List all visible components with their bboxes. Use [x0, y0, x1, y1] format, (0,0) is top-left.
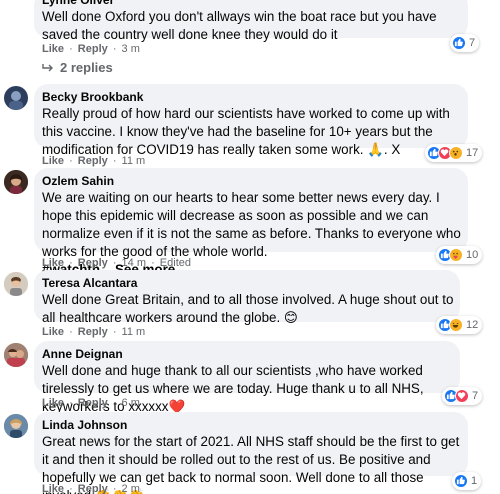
comment-bubble: Linda Johnson Great news for the start o… — [34, 412, 468, 494]
wow-reaction-icon — [449, 146, 463, 160]
like-action[interactable]: Like — [42, 257, 64, 269]
like-action[interactable]: Like — [42, 397, 64, 409]
like-action[interactable]: Like — [42, 43, 64, 55]
comment-author[interactable]: Linda Johnson — [42, 418, 458, 433]
comment-author[interactable]: Ozlem Sahin — [42, 174, 458, 189]
reply-action[interactable]: Reply — [78, 155, 108, 167]
reaction-summary[interactable]: 17 — [425, 144, 483, 162]
comment-time[interactable]: 3 m — [122, 43, 140, 55]
comment-actions: Like · Reply · 2 m — [42, 483, 140, 494]
avatar[interactable] — [4, 343, 28, 367]
view-replies-link[interactable]: 2 replies — [42, 60, 113, 75]
comment-bubble: Lynne Oliver Well done Oxford you don't … — [34, 0, 468, 42]
comment-author[interactable]: Becky Brookbank — [42, 90, 458, 105]
comment-time[interactable]: 2 m — [122, 483, 140, 494]
comment-actions: Like · Reply · 11 m — [42, 326, 146, 338]
reaction-count: 12 — [466, 319, 479, 331]
reply-action[interactable]: Reply — [78, 43, 108, 55]
comment-actions: Like · Reply · 14 m · Edited — [42, 257, 191, 269]
comment-body: We are waiting on our hearts to hear som… — [42, 190, 461, 259]
like-reaction-icon — [454, 474, 468, 488]
comment-actions: Like · Reply · 6 m — [42, 397, 140, 409]
love-reaction-icon — [455, 389, 469, 403]
comment-actions: Like · Reply · 3 m — [42, 43, 140, 55]
reaction-summary[interactable]: 7 — [450, 34, 480, 52]
comment-actions: Like · Reply · 11 m — [42, 155, 146, 167]
haha-reaction-icon — [449, 318, 463, 332]
reaction-summary[interactable]: 10 — [436, 246, 483, 264]
care-reaction-icon — [449, 248, 463, 262]
reaction-count: 10 — [466, 249, 479, 261]
like-action[interactable]: Like — [42, 326, 64, 338]
comment-bubble: Becky Brookbank Really proud of how hard… — [34, 84, 468, 157]
comment-time[interactable]: 11 m — [122, 326, 146, 338]
comment-author[interactable]: Lynne Oliver — [42, 0, 458, 8]
comment-bubble: Ozlem Sahin We are waiting on our hearts… — [34, 168, 468, 277]
avatar[interactable] — [4, 170, 28, 194]
edited-label: Edited — [159, 257, 191, 269]
comment-author[interactable]: Anne Deignan — [42, 347, 450, 362]
reply-arrow-icon — [42, 63, 53, 71]
avatar[interactable] — [4, 86, 28, 110]
reaction-count: 17 — [466, 147, 479, 159]
reaction-summary[interactable]: 12 — [436, 316, 483, 334]
comment-author[interactable]: Teresa Alcantara — [42, 276, 450, 291]
avatar[interactable] — [4, 414, 28, 438]
comment-time[interactable]: 6 m — [122, 397, 140, 409]
reaction-count: 7 — [472, 390, 479, 402]
comment-time[interactable]: 14 m — [122, 257, 146, 269]
avatar[interactable] — [4, 272, 28, 296]
reply-action[interactable]: Reply — [78, 483, 108, 494]
reaction-summary[interactable]: 1 — [452, 472, 482, 490]
like-reaction-icon — [452, 36, 466, 50]
comment-bubble: Anne Deignan Well done and huge thank to… — [34, 341, 460, 414]
reaction-summary[interactable]: 7 — [442, 387, 483, 405]
comment-text: Well done Great Britain, and to all thos… — [42, 292, 454, 325]
like-action[interactable]: Like — [42, 155, 64, 167]
comment-text: Well done Oxford you don't allways win t… — [42, 9, 437, 42]
reply-action[interactable]: Reply — [78, 257, 108, 269]
like-action[interactable]: Like — [42, 483, 64, 494]
comment-time[interactable]: 11 m — [122, 155, 146, 167]
replies-count: 2 replies — [60, 60, 113, 75]
reply-action[interactable]: Reply — [78, 326, 108, 338]
reaction-count: 7 — [469, 37, 476, 49]
comment-text: Really proud of how hard our scientists … — [42, 106, 450, 157]
reaction-count: 1 — [471, 475, 478, 487]
reply-action[interactable]: Reply — [78, 397, 108, 409]
comment-bubble: Teresa Alcantara Well done Great Britain… — [34, 270, 460, 325]
